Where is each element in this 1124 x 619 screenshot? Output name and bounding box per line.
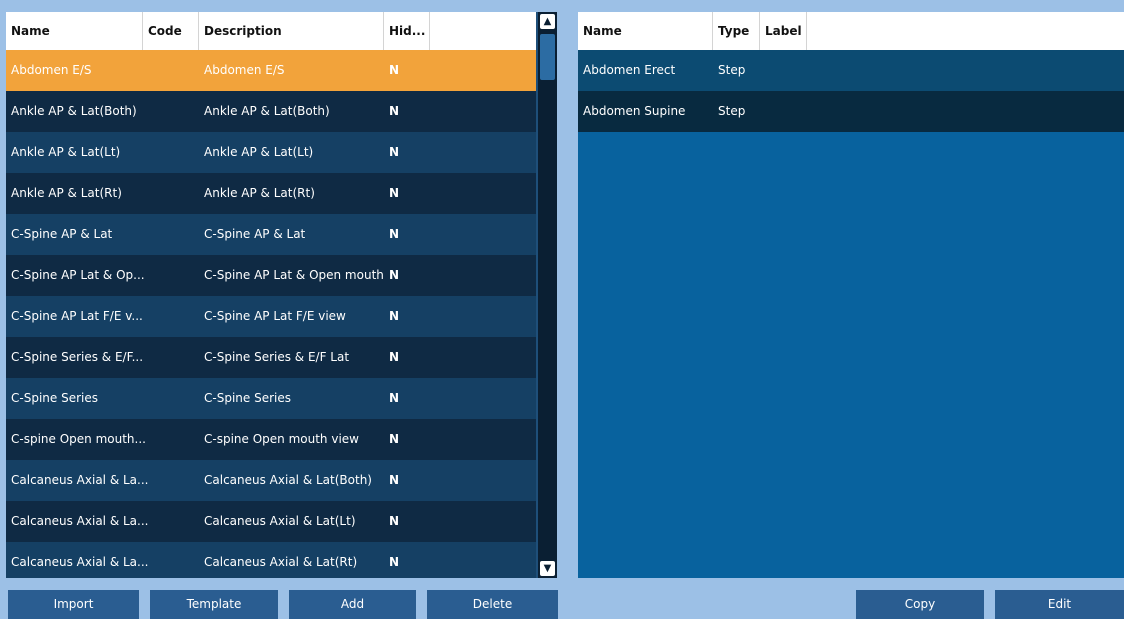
- cell-description: C-Spine Series: [204, 391, 291, 405]
- import-button[interactable]: Import: [8, 590, 139, 619]
- cell-type: Step: [718, 104, 746, 118]
- table-row[interactable]: C-Spine AP Lat F/E v... C-Spine AP Lat F/…: [6, 296, 536, 337]
- cell-hidden: N: [389, 268, 400, 282]
- cell-hidden: N: [389, 350, 400, 364]
- column-header-step-name[interactable]: Name: [578, 12, 713, 50]
- table-row[interactable]: Ankle AP & Lat(Rt) Ankle AP & Lat(Rt) N: [6, 173, 536, 214]
- cell-step-name: Abdomen Supine: [583, 104, 686, 118]
- table-row[interactable]: C-Spine AP Lat & Op... C-Spine AP Lat & O…: [6, 255, 536, 296]
- cell-description: Abdomen E/S: [204, 63, 285, 77]
- cell-hidden: N: [389, 186, 400, 200]
- cell-name: C-Spine AP & Lat: [11, 227, 113, 241]
- cell-description: C-Spine AP Lat & Open mouth: [204, 268, 384, 282]
- add-button[interactable]: Add: [289, 590, 416, 619]
- cell-hidden: N: [389, 63, 400, 77]
- step-list-header: Name Type Label: [578, 12, 1124, 50]
- cell-name: Calcaneus Axial & La...: [11, 473, 149, 487]
- table-row[interactable]: Calcaneus Axial & La... Calcaneus Axial &…: [6, 501, 536, 542]
- cell-hidden: N: [389, 227, 400, 241]
- step-list-panel: Name Type Label Abdomen Erect Step Abdomen…: [578, 12, 1124, 578]
- cell-name: Calcaneus Axial & La...: [11, 555, 149, 569]
- table-row[interactable]: Ankle AP & Lat(Lt) Ankle AP & Lat(Lt) N: [6, 132, 536, 173]
- cell-description: C-Spine AP & Lat: [204, 227, 306, 241]
- cell-name: Abdomen E/S: [11, 63, 92, 77]
- cell-name: C-Spine Series: [11, 391, 98, 405]
- column-header-hidden[interactable]: Hid...: [384, 12, 430, 50]
- table-row[interactable]: Calcaneus Axial & La... Calcaneus Axial &…: [6, 542, 536, 578]
- cell-name: Ankle AP & Lat(Rt): [11, 186, 122, 200]
- delete-button[interactable]: Delete: [427, 590, 558, 619]
- cell-hidden: N: [389, 432, 400, 446]
- table-row[interactable]: C-Spine Series & E/F... C-Spine Series & …: [6, 337, 536, 378]
- table-row[interactable]: C-Spine Series C-Spine Series N: [6, 378, 536, 419]
- scroll-down-icon[interactable]: ▼: [540, 561, 555, 576]
- table-row[interactable]: C-spine Open mouth... C-spine Open mouth …: [6, 419, 536, 460]
- cell-description: Calcaneus Axial & Lat(Rt): [204, 555, 358, 569]
- cell-name: C-spine Open mouth...: [11, 432, 146, 446]
- column-header-type[interactable]: Type: [713, 12, 760, 50]
- cell-hidden: N: [389, 514, 400, 528]
- scroll-thumb[interactable]: [540, 34, 555, 80]
- column-header-code[interactable]: Code: [143, 12, 199, 50]
- column-header-description[interactable]: Description: [199, 12, 384, 50]
- procedure-list-header: Name Code Description Hid...: [6, 12, 536, 50]
- procedure-list-scrollbar[interactable]: ▲ ▼: [538, 12, 557, 578]
- column-header-label[interactable]: Label: [760, 12, 807, 50]
- copy-button[interactable]: Copy: [856, 590, 984, 619]
- cell-name: Calcaneus Axial & La...: [11, 514, 149, 528]
- cell-description: C-Spine AP Lat F/E view: [204, 309, 346, 323]
- cell-step-name: Abdomen Erect: [583, 63, 676, 77]
- cell-hidden: N: [389, 555, 400, 569]
- column-header-name[interactable]: Name: [6, 12, 143, 50]
- cell-type: Step: [718, 63, 746, 77]
- procedure-list-panel: Name Code Description Hid... Abdomen E/S…: [6, 12, 557, 578]
- cell-name: Ankle AP & Lat(Lt): [11, 145, 121, 159]
- scroll-up-icon[interactable]: ▲: [540, 14, 555, 29]
- table-row[interactable]: Abdomen Erect Step: [578, 50, 1124, 91]
- cell-description: C-spine Open mouth view: [204, 432, 359, 446]
- cell-hidden: N: [389, 391, 400, 405]
- cell-name: C-Spine Series & E/F...: [11, 350, 144, 364]
- cell-name: Ankle AP & Lat(Both): [11, 104, 137, 118]
- cell-description: Calcaneus Axial & Lat(Both): [204, 473, 372, 487]
- table-row[interactable]: Abdomen Supine Step: [578, 91, 1124, 132]
- cell-description: C-Spine Series & E/F Lat: [204, 350, 350, 364]
- cell-description: Ankle AP & Lat(Both): [204, 104, 330, 118]
- cell-description: Calcaneus Axial & Lat(Lt): [204, 514, 356, 528]
- cell-name: C-Spine AP Lat F/E v...: [11, 309, 143, 323]
- table-row[interactable]: Calcaneus Axial & La... Calcaneus Axial &…: [6, 460, 536, 501]
- table-row[interactable]: Abdomen E/S Abdomen E/S N: [6, 50, 536, 91]
- cell-hidden: N: [389, 309, 400, 323]
- edit-button[interactable]: Edit: [995, 590, 1124, 619]
- table-row[interactable]: C-Spine AP & Lat C-Spine AP & Lat N: [6, 214, 536, 255]
- cell-hidden: N: [389, 145, 400, 159]
- cell-description: Ankle AP & Lat(Lt): [204, 145, 314, 159]
- template-button[interactable]: Template: [150, 590, 278, 619]
- table-row[interactable]: Ankle AP & Lat(Both) Ankle AP & Lat(Both)…: [6, 91, 536, 132]
- cell-hidden: N: [389, 104, 400, 118]
- cell-description: Ankle AP & Lat(Rt): [204, 186, 315, 200]
- cell-name: C-Spine AP Lat & Op...: [11, 268, 145, 282]
- cell-hidden: N: [389, 473, 400, 487]
